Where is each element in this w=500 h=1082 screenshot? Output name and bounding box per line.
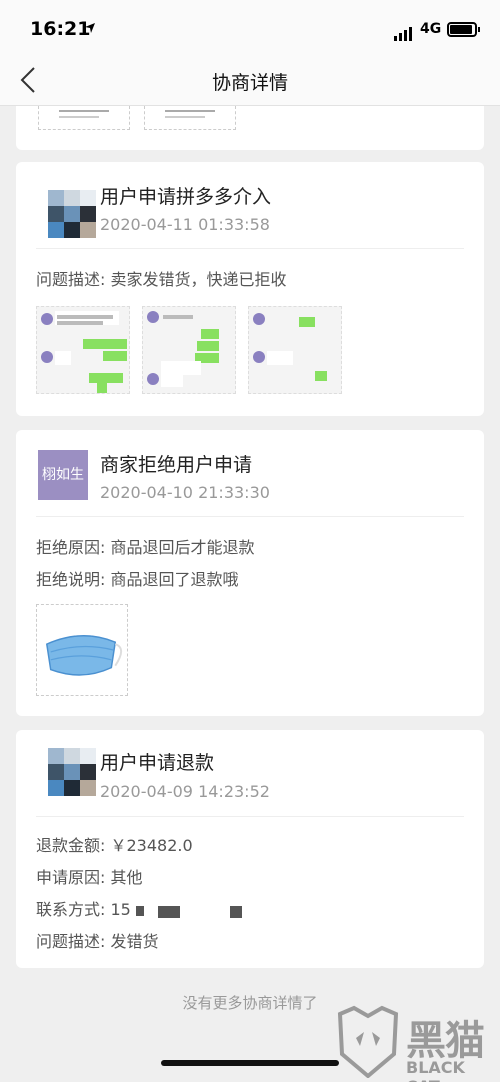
problem-description: 问题描述: 发错货 <box>36 932 159 951</box>
black-cat-logo-icon <box>337 1005 399 1078</box>
record-time: 2020-04-09 14:23:52 <box>100 782 270 801</box>
chat-screenshot-thumbnail[interactable] <box>142 306 236 394</box>
watermark: 黑猫 BLACK CAT <box>336 1000 496 1082</box>
redaction-block <box>158 906 180 918</box>
record-card: 用户申请退款 2020-04-09 14:23:52 退款金额: ￥23482.… <box>16 730 484 968</box>
chat-screenshot-thumbnail[interactable] <box>36 306 130 394</box>
redaction-block <box>136 906 144 916</box>
divider <box>36 248 464 249</box>
divider <box>36 816 464 817</box>
redaction-block <box>230 906 242 918</box>
product-image-thumbnail[interactable] <box>36 604 128 696</box>
avatar <box>48 190 96 238</box>
record-detail: 拒绝说明: 商品退回了退款哦 <box>36 570 239 589</box>
watermark-en: BLACK CAT <box>406 1058 465 1082</box>
record-title: 用户申请退款 <box>100 752 215 774</box>
face-mask-image <box>45 635 123 676</box>
record-card: 用户申请拼多多介入 2020-04-11 01:33:58 问题描述: 卖家发错… <box>16 162 484 416</box>
record-detail: 问题描述: 卖家发错货，快递已拒收 <box>36 270 287 289</box>
record-card: 栩如生 商家拒绝用户申请 2020-04-10 21:33:30 拒绝原因: 商… <box>16 430 484 716</box>
battery-icon <box>447 22 480 37</box>
divider <box>36 516 464 517</box>
record-title: 用户申请拼多多介入 <box>100 186 272 208</box>
contact-info: 联系方式: 15 <box>36 900 131 919</box>
chat-screenshot-thumbnail[interactable] <box>248 306 342 394</box>
navigation-bar: 协商详情 <box>0 56 500 106</box>
partial-record-card <box>16 106 484 150</box>
home-indicator[interactable] <box>161 1060 339 1066</box>
record-time: 2020-04-11 01:33:58 <box>100 215 270 234</box>
avatar <box>48 748 96 796</box>
refund-amount: 退款金额: ￥23482.0 <box>36 836 193 855</box>
attachment-thumbnail[interactable] <box>144 106 236 130</box>
status-bar: 16:21 4G <box>0 0 500 56</box>
apply-reason: 申请原因: 其他 <box>36 868 143 887</box>
record-detail: 拒绝原因: 商品退回后才能退款 <box>36 538 255 557</box>
page-title: 协商详情 <box>211 72 288 94</box>
avatar: 栩如生 <box>38 450 88 500</box>
status-time: 16:21 <box>30 18 91 40</box>
signal-icon <box>394 22 414 41</box>
network-type: 4G <box>420 21 442 37</box>
record-time: 2020-04-10 21:33:30 <box>100 483 270 502</box>
attachment-thumbnail[interactable] <box>38 106 130 130</box>
record-title: 商家拒绝用户申请 <box>100 454 253 476</box>
location-arrow-icon <box>85 23 95 33</box>
